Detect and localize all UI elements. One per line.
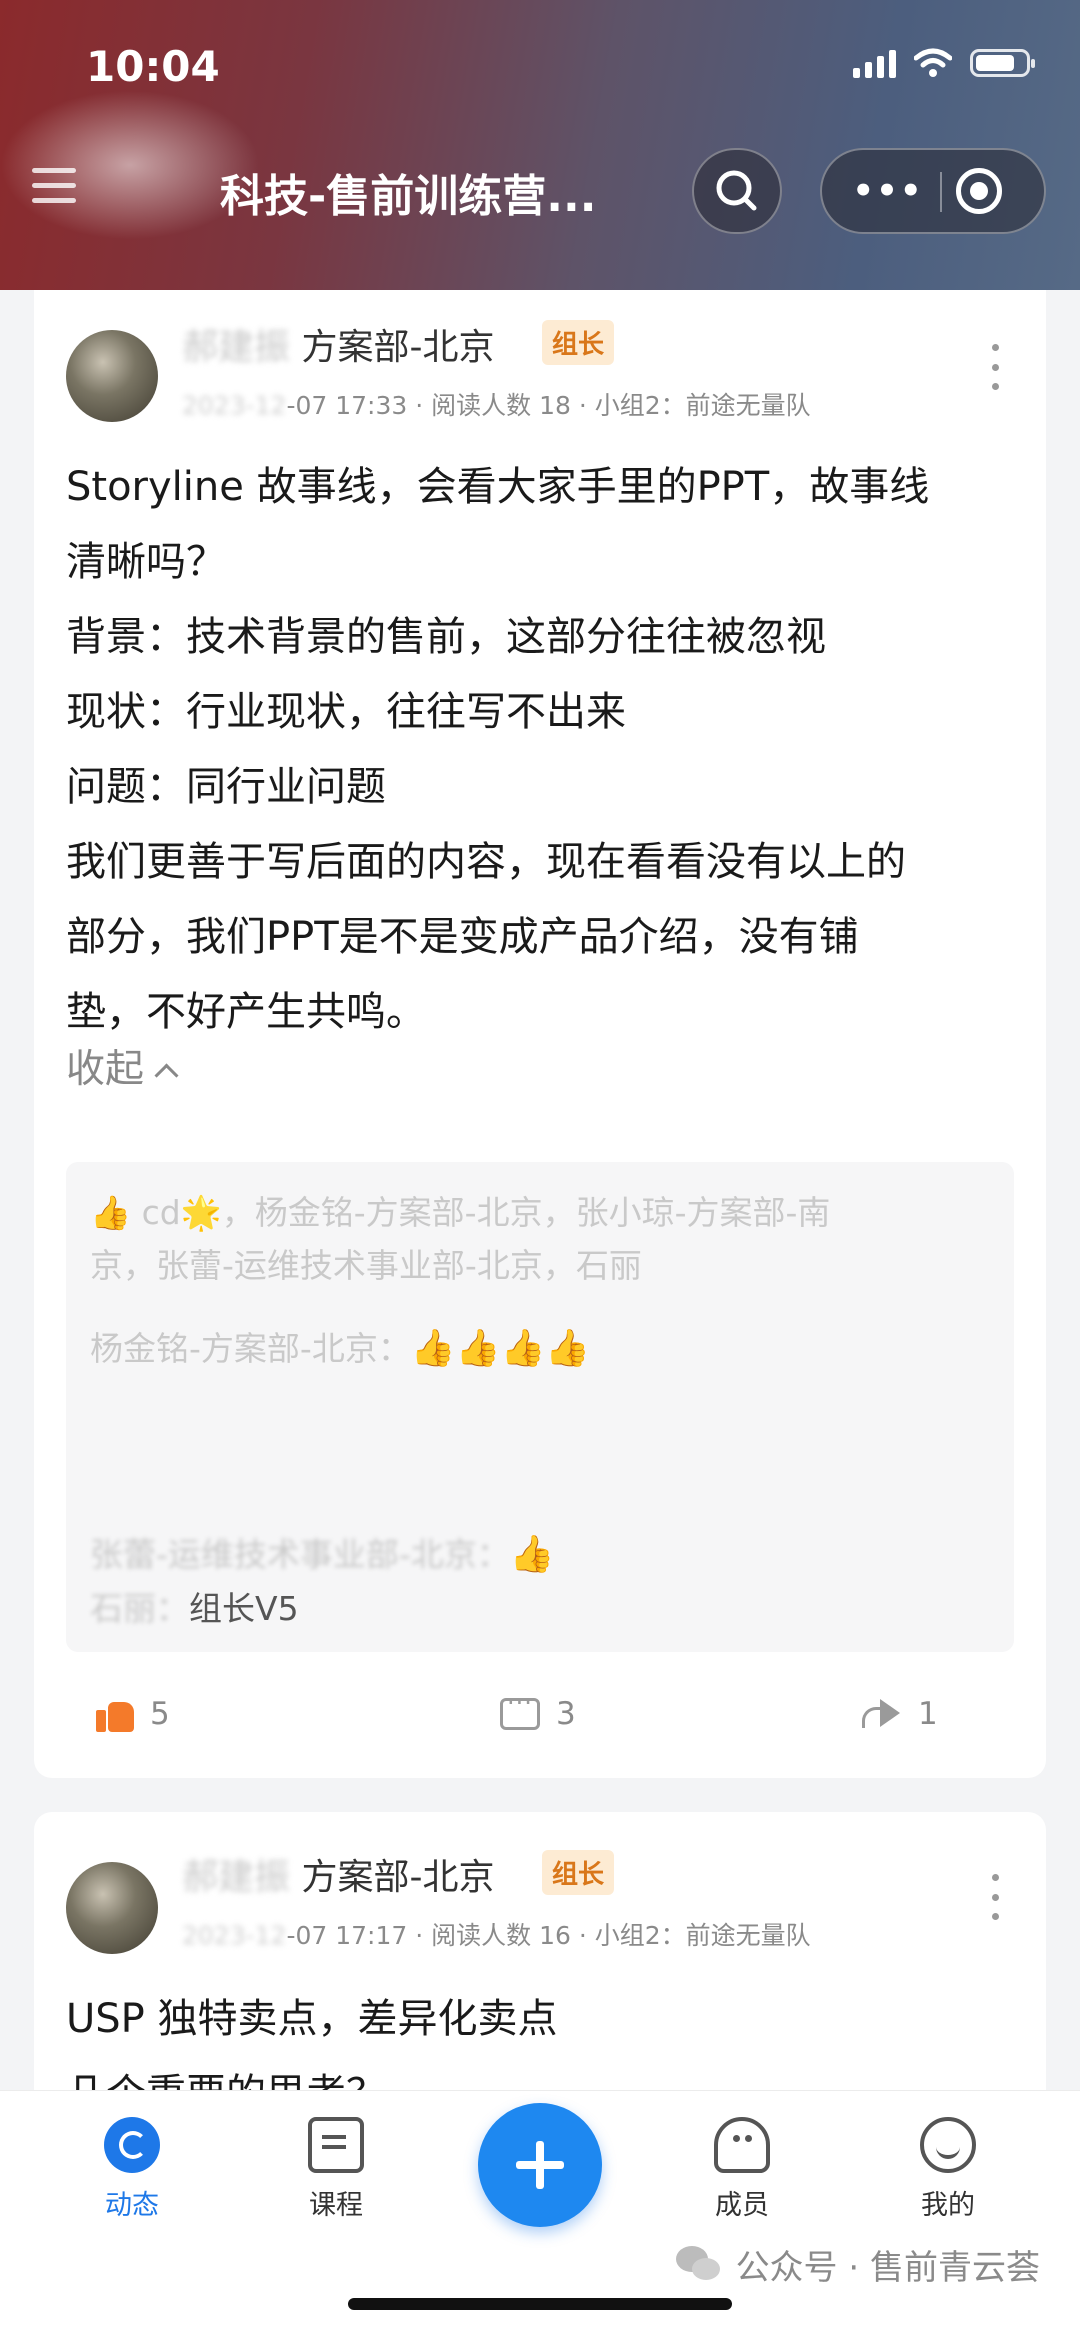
app-header: 10:04 科技-售前训练营... ••• bbox=[0, 0, 1080, 290]
search-icon bbox=[716, 170, 757, 211]
add-post-button[interactable] bbox=[478, 2103, 602, 2227]
post-meta: 2023-12-07 17:33 · 阅读人数 18 · 小组2：前途无量队 bbox=[182, 386, 811, 422]
search-button[interactable] bbox=[692, 148, 782, 234]
thumb-up-icon bbox=[96, 1696, 134, 1732]
members-icon bbox=[714, 2117, 770, 2173]
tab-course[interactable]: 课程 bbox=[266, 2117, 406, 2222]
tab-label: 成员 bbox=[715, 2190, 769, 2221]
like-button[interactable]: 5 bbox=[96, 1696, 170, 1732]
avatar[interactable] bbox=[66, 1862, 158, 1954]
battery-icon bbox=[970, 49, 1035, 77]
feed-icon bbox=[104, 2117, 160, 2173]
profile-icon bbox=[920, 2117, 976, 2173]
back-icon[interactable] bbox=[32, 168, 76, 208]
author-name-masked: 郝建振 bbox=[182, 327, 291, 368]
meta-date-masked: 2023-12 bbox=[182, 1921, 287, 1950]
tab-feed[interactable]: 动态 bbox=[62, 2117, 202, 2222]
collapse-label: 收起 bbox=[66, 1047, 145, 1092]
post-actions: 5 3 1 bbox=[34, 1689, 1046, 1752]
wechat-icon bbox=[675, 2245, 722, 2284]
course-icon bbox=[308, 2117, 364, 2173]
capsule-divider bbox=[940, 172, 942, 212]
comment-count: 3 bbox=[556, 1696, 576, 1732]
watermark: 公众号 · 售前青云荟 bbox=[675, 2240, 1040, 2289]
author-name-masked: 郝建振 bbox=[182, 1857, 291, 1898]
target-icon[interactable] bbox=[956, 168, 1002, 214]
post-line: 清晰吗？ bbox=[66, 539, 226, 585]
watermark-text: 公众号 · 售前青云荟 bbox=[735, 2248, 1040, 2288]
role-badge: 组长 bbox=[542, 1850, 615, 1895]
tab-members[interactable]: 成员 bbox=[672, 2117, 812, 2222]
tab-label: 我的 bbox=[921, 2190, 975, 2221]
comment-item[interactable]: 石丽：组长V5 bbox=[90, 1582, 299, 1630]
post-line: 垫，不好产生共鸣。 bbox=[66, 989, 426, 1035]
post-more-icon[interactable] bbox=[990, 344, 1000, 390]
comment-item[interactable]: 杨金铭-方案部-北京：👍👍👍👍 bbox=[90, 1322, 590, 1370]
reactions-panel: 👍 cd🌟，杨金铭-方案部-北京，张小琼-方案部-南 京，张蕾-运维技术事业部-… bbox=[66, 1162, 1014, 1652]
meta-text: -07 17:17 · 阅读人数 16 · 小组2：前途无量队 bbox=[286, 1921, 811, 1950]
post-more-icon[interactable] bbox=[990, 1874, 1000, 1920]
wifi-icon bbox=[914, 48, 952, 77]
comment-content: 👍👍👍👍 bbox=[410, 1328, 591, 1369]
comment-author: 张蕾-运维技术事业部-北京： bbox=[90, 1535, 510, 1574]
post-card[interactable]: 郝建振 方案部-北京 组长 2023-12-07 17:17 · 阅读人数 16… bbox=[34, 1812, 1046, 2117]
post-line: 背景：技术背景的售前，这部分往往被忽视 bbox=[66, 614, 826, 660]
likers-list: 👍 cd🌟，杨金铭-方案部-北京，张小琼-方案部-南 京，张蕾-运维技术事业部-… bbox=[90, 1186, 990, 1292]
status-time: 10:04 bbox=[86, 42, 220, 91]
post-line: USP 独特卖点，差异化卖点 bbox=[66, 1996, 558, 2042]
post-line: 问题：同行业问题 bbox=[66, 764, 386, 810]
chevron-up-icon bbox=[154, 1063, 179, 1088]
comment-button[interactable]: 3 bbox=[500, 1689, 576, 1732]
post-body: Storyline 故事线，会看大家手里的PPT，故事线 清晰吗？ 背景：技术背… bbox=[66, 450, 1026, 1050]
comment-author: 杨金铭-方案部-北京： bbox=[90, 1329, 411, 1368]
post-meta: 2023-12-07 17:17 · 阅读人数 16 · 小组2：前途无量队 bbox=[182, 1916, 811, 1952]
avatar[interactable] bbox=[66, 330, 158, 422]
post-author[interactable]: 郝建振 方案部-北京 bbox=[182, 1848, 494, 1900]
signal-icon bbox=[853, 48, 896, 78]
comment-icon bbox=[500, 1689, 540, 1730]
post-line: 现状：行业现状，往往写不出来 bbox=[66, 689, 626, 735]
tab-label: 动态 bbox=[105, 2190, 159, 2221]
mini-program-capsule: ••• bbox=[820, 148, 1046, 234]
home-indicator[interactable] bbox=[348, 2298, 732, 2310]
post-author[interactable]: 郝建振 方案部-北京 bbox=[182, 318, 494, 370]
author-dept: 方案部-北京 bbox=[301, 1857, 495, 1898]
post-line: 我们更善于写后面的内容，现在看看没有以上的 bbox=[66, 839, 906, 885]
tab-profile[interactable]: 我的 bbox=[878, 2117, 1018, 2222]
share-button[interactable]: 1 bbox=[862, 1696, 938, 1732]
like-count: 5 bbox=[150, 1696, 170, 1732]
more-icon: ••• bbox=[852, 171, 924, 211]
meta-date-masked: 2023-12 bbox=[182, 391, 287, 420]
post-line: Storyline 故事线，会看大家手里的PPT，故事线 bbox=[66, 464, 930, 510]
meta-text: -07 17:33 · 阅读人数 18 · 小组2：前途无量队 bbox=[286, 391, 811, 420]
comment-content: 👍 bbox=[509, 1534, 555, 1575]
likers-line-2: 京，张蕾-运维技术事业部-北京，石丽 bbox=[90, 1246, 642, 1285]
role-badge: 组长 bbox=[542, 320, 615, 365]
comment-item[interactable]: 张蕾-运维技术事业部-北京：👍 bbox=[90, 1528, 555, 1576]
comment-content: 组长V5 bbox=[189, 1589, 299, 1628]
share-count: 1 bbox=[918, 1696, 938, 1732]
more-button[interactable]: ••• bbox=[840, 150, 936, 232]
share-icon bbox=[862, 1697, 902, 1731]
status-icons bbox=[853, 48, 1035, 78]
thumb-up-icon: 👍 bbox=[90, 1193, 142, 1232]
author-dept: 方案部-北京 bbox=[301, 327, 495, 368]
comment-author: 石丽： bbox=[90, 1589, 189, 1628]
page-title: 科技-售前训练营... bbox=[220, 171, 597, 222]
post-card[interactable]: 郝建振 方案部-北京 组长 2023-12-07 17:33 · 阅读人数 18… bbox=[34, 290, 1046, 1778]
collapse-toggle[interactable]: 收起 bbox=[66, 1038, 179, 1094]
likers-line-1: cd🌟，杨金铭-方案部-北京，张小琼-方案部-南 bbox=[141, 1193, 831, 1232]
post-line: 部分，我们PPT是不是变成产品介绍，没有铺 bbox=[66, 914, 859, 960]
tab-label: 课程 bbox=[309, 2190, 363, 2221]
